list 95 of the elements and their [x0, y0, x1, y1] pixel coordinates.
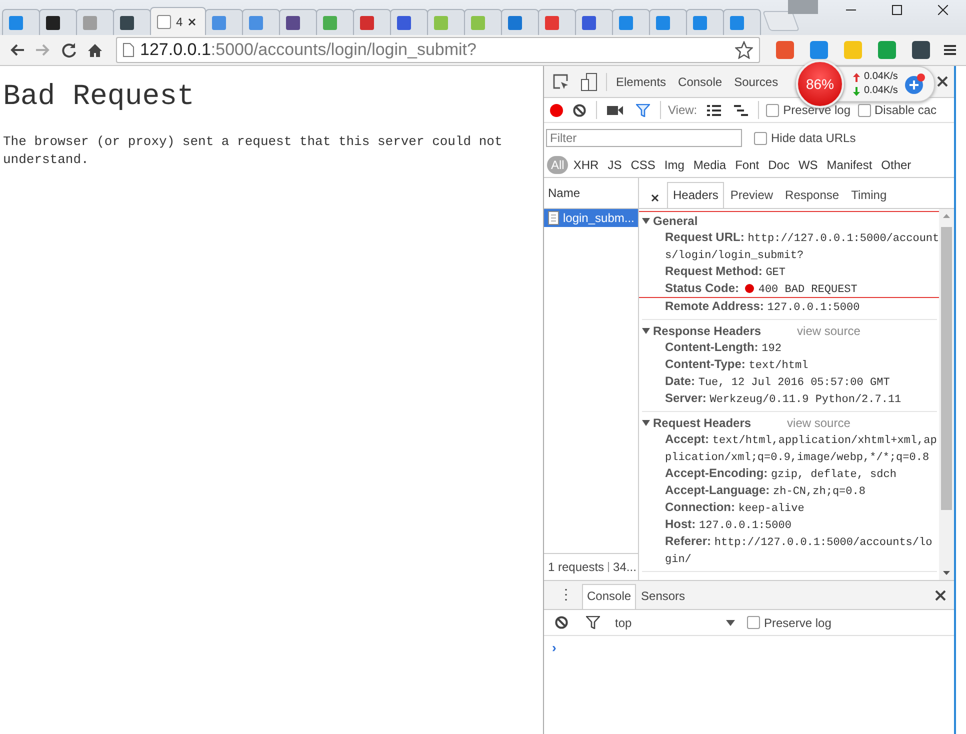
page-icon — [123, 43, 134, 57]
camera-icon — [607, 104, 623, 116]
star-icon — [735, 41, 753, 59]
detail-tab[interactable]: Headers — [667, 182, 724, 208]
close-devtools-button[interactable] — [937, 76, 948, 87]
scroll-down-icon — [943, 571, 950, 575]
type-filter[interactable]: Manifest — [822, 156, 876, 174]
plus-icon — [904, 73, 926, 95]
type-filter[interactable]: Media — [689, 156, 730, 174]
header-row-text: Referer: http://127.0.0.1:5000/accounts/login/ — [664, 533, 934, 567]
header-row-text: Remote Address: 127.0.0.1:5000 — [664, 298, 861, 315]
filter-icon — [586, 616, 600, 629]
drawer-tab[interactable]: Console — [582, 584, 636, 609]
expanded-triangle-icon — [642, 418, 650, 426]
device-icon — [581, 72, 597, 90]
view-source-link[interactable]: view source — [787, 416, 850, 430]
console-prompt[interactable]: › — [544, 636, 954, 659]
record-button[interactable] — [550, 104, 563, 116]
request-count: 1 requests — [548, 560, 604, 574]
type-filter[interactable]: WS — [794, 156, 822, 174]
address-bar[interactable]: 127.0.0.1:5000/accounts/login/login_submit? — [116, 37, 760, 63]
expanded-triangle-icon — [642, 326, 650, 334]
section-header[interactable]: General — [642, 214, 698, 228]
reload-icon — [61, 42, 77, 58]
close-icon — [188, 18, 196, 26]
url-path: :5000/accounts/login/login_submit? — [210, 40, 476, 59]
back-arrow-icon — [9, 43, 25, 57]
section-header[interactable]: Response Headers — [642, 324, 762, 338]
down-arrow-icon — [853, 86, 860, 96]
header-row-text: Connection: keep-alive — [664, 499, 806, 516]
request-item[interactable]: login_subm... — [544, 209, 638, 227]
filter-field[interactable]: Filter — [546, 129, 742, 147]
hide-data-urls-checkbox[interactable]: Hide data URLs — [754, 131, 856, 145]
close-icon — [938, 5, 948, 15]
header-row-text: Content-Type: text/html — [664, 356, 810, 373]
upload-speed: 0.04K/s — [864, 70, 898, 84]
extension-icon[interactable] — [810, 41, 828, 59]
preserve-log-checkbox[interactable]: Preserve log — [747, 616, 832, 630]
menu-icon — [943, 43, 957, 57]
header-row-text: Content-Length: 192 — [664, 339, 782, 356]
context-dropdown[interactable]: top — [615, 616, 735, 630]
expanded-triangle-icon — [642, 216, 650, 224]
type-filter[interactable]: Font — [731, 156, 764, 174]
type-filter[interactable]: Img — [660, 156, 688, 174]
section-header[interactable]: Request Headers — [642, 416, 752, 430]
header-row-text: Date: Tue, 12 Jul 2016 05:57:00 GMT — [664, 373, 891, 390]
page-heading: Bad Request — [3, 80, 196, 113]
detail-tab[interactable]: Timing — [845, 182, 893, 208]
download-speed: 0.04K/s — [864, 84, 898, 98]
more-icon[interactable]: ⋮ — [550, 586, 582, 609]
clear-icon — [573, 104, 586, 116]
close-drawer-button[interactable] — [935, 590, 946, 600]
transfer-size: 34... — [613, 560, 636, 574]
header-row-text: Host: 127.0.0.1:5000 — [664, 516, 792, 533]
type-filter[interactable]: Other — [877, 156, 916, 174]
devtools-tab[interactable]: Sources — [731, 74, 782, 88]
type-filter[interactable]: XHR — [569, 156, 603, 174]
error-message: The browser (or proxy) sent a request that this server could not understand. — [3, 133, 504, 169]
detail-tab[interactable]: Response — [779, 182, 846, 208]
header-row-text: Server: Werkzeug/0.11.9 Python/2.7.11 — [664, 390, 902, 407]
close-icon — [937, 76, 948, 87]
type-filter[interactable]: JS — [604, 156, 626, 174]
browser-tab[interactable]: 4 — [150, 7, 206, 35]
scrollbar[interactable] — [939, 209, 954, 580]
view-source-link[interactable]: view source — [797, 324, 860, 338]
waterfall-icon — [734, 104, 748, 116]
document-icon — [548, 211, 559, 225]
filter-icon — [636, 104, 650, 116]
close-icon — [651, 194, 659, 202]
up-arrow-icon — [853, 72, 860, 82]
forward-arrow-icon — [35, 43, 51, 57]
url-host: 127.0.0.1 — [140, 40, 211, 59]
devtools-tab[interactable]: Elements — [613, 74, 670, 88]
option-checkbox[interactable]: Disable cac — [858, 103, 937, 117]
column-header: Name — [548, 186, 580, 200]
view-label: View: — [668, 103, 698, 117]
type-filter[interactable]: CSS — [626, 156, 660, 174]
detail-tab[interactable]: Preview — [724, 182, 780, 208]
inspect-icon — [553, 74, 569, 90]
scroll-up-icon — [943, 214, 950, 218]
clear-icon — [555, 616, 568, 629]
list-icon — [707, 104, 722, 116]
home-icon — [87, 42, 103, 58]
close-icon — [935, 590, 946, 600]
tab-title: 4 — [176, 14, 183, 28]
extension-icon[interactable] — [912, 41, 930, 59]
devtools-tab[interactable]: Console — [675, 74, 726, 88]
header-row-text: Accept-Encoding: gzip, deflate, sdch — [664, 465, 898, 482]
maximize-icon — [892, 5, 902, 15]
drawer-tab[interactable]: Sensors — [636, 584, 690, 609]
type-filter[interactable]: Doc — [764, 156, 794, 174]
clear-console-button[interactable] — [552, 613, 571, 632]
caret-icon — [726, 620, 735, 626]
header-row-text: Accept-Language: zh-CN,zh;q=0.8 — [664, 482, 866, 499]
filter-button[interactable] — [583, 613, 603, 632]
